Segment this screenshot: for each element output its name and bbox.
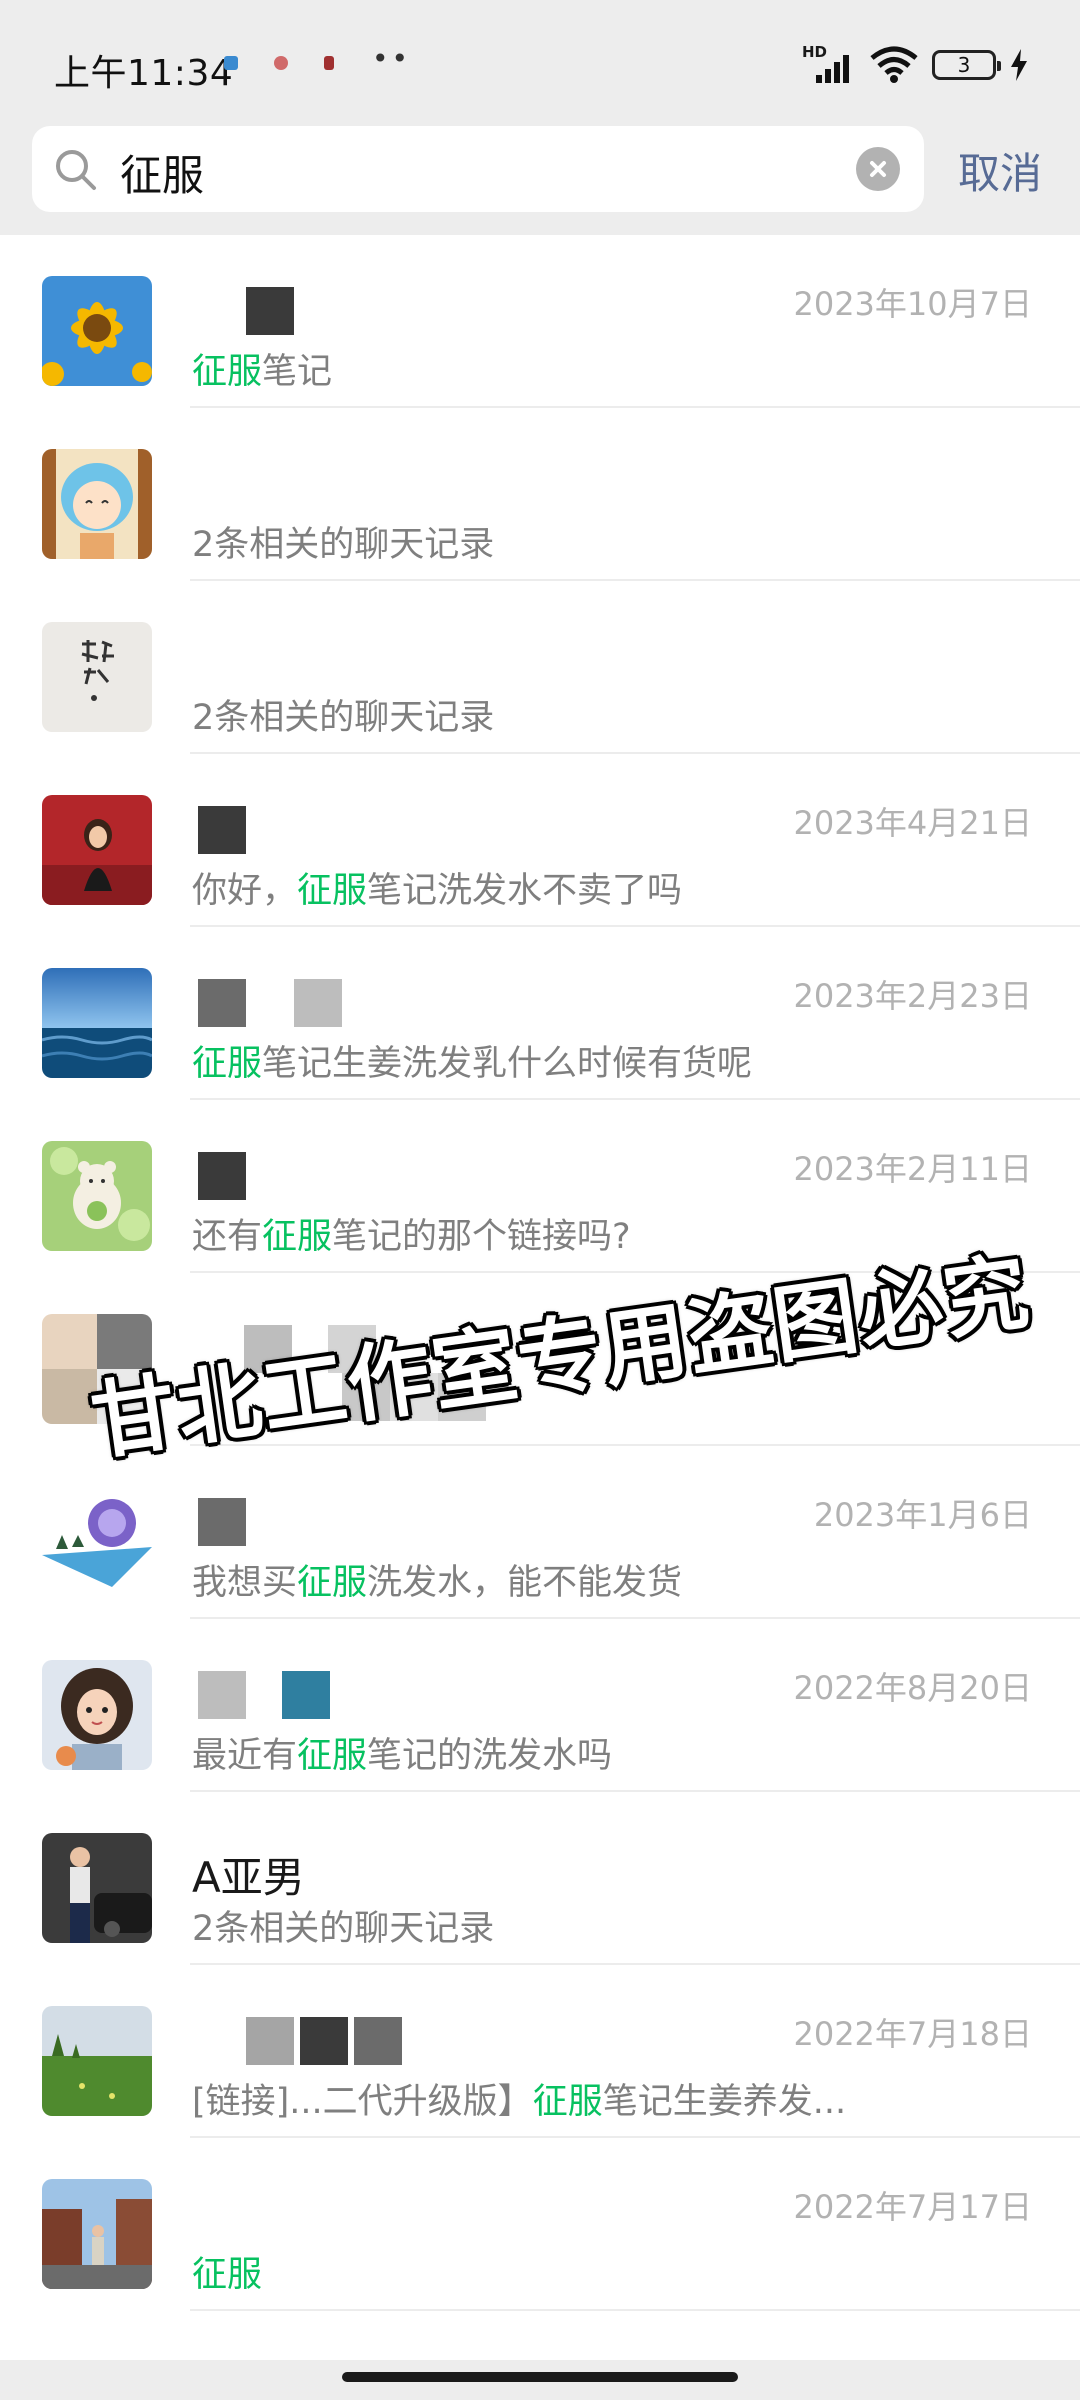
result-row[interactable]: 2条相关的聊天记录	[0, 581, 1080, 754]
redacted-mosaic	[198, 1152, 246, 1200]
redacted-mosaic	[246, 2017, 294, 2065]
redacted-mosaic	[198, 979, 246, 1027]
contact-name	[192, 1671, 330, 1719]
avatar[interactable]	[42, 2006, 152, 2116]
search-input[interactable]: 征服	[32, 126, 924, 212]
contact-name	[192, 1498, 246, 1546]
keyword-highlight: 征服	[297, 1563, 368, 1603]
result-row[interactable]: 2023年2月23日 征服笔记生姜洗发乳什么时候有货呢	[0, 927, 1080, 1100]
message-date: 2023年10月7日	[793, 285, 1032, 323]
redacted-mosaic	[354, 2017, 402, 2065]
notification-icon	[274, 56, 288, 70]
keyword-highlight: 征服	[192, 2255, 263, 2295]
battery-icon: 3	[932, 50, 1001, 80]
avatar[interactable]	[42, 276, 152, 386]
status-indicators: HD 3	[802, 40, 1028, 90]
redacted-mosaic	[300, 2017, 348, 2065]
message-preview: [链接]...二代升级版】征服笔记生姜养发...	[192, 2082, 847, 2122]
redacted-mosaic	[198, 1498, 246, 1546]
redacted-mosaic	[198, 806, 246, 854]
notification-icon	[324, 56, 334, 70]
keyword-highlight: 征服	[192, 1044, 263, 1084]
message-date: 2022年8月20日	[793, 1669, 1032, 1707]
message-date: 2023年1月6日	[813, 1496, 1032, 1534]
message-date: 2023年2月11日	[793, 1150, 1032, 1188]
redacted-mosaic	[282, 1671, 330, 1719]
message-preview: 征服笔记	[192, 352, 333, 392]
charging-icon	[1011, 49, 1027, 81]
keyword-highlight: 征服	[297, 871, 368, 911]
notification-icon	[224, 56, 238, 70]
contact-name	[192, 287, 294, 335]
more-notifications-icon: ••	[372, 42, 412, 75]
message-date: 2022年7月18日	[793, 2015, 1032, 2053]
keyword-highlight: 征服	[532, 2082, 603, 2122]
message-preview: 2条相关的聊天记录	[192, 525, 495, 565]
avatar[interactable]	[42, 1141, 152, 1251]
result-row[interactable]: 2022年8月20日 最近有征服笔记的洗发水吗	[0, 1619, 1080, 1792]
wifi-icon	[870, 46, 918, 83]
contact-name	[192, 979, 342, 1027]
message-preview: 2条相关的聊天记录	[192, 1909, 495, 1949]
contact-name: A亚男	[192, 1853, 305, 1902]
status-time: 上午11:34	[54, 53, 234, 94]
keyword-highlight: 征服	[192, 352, 263, 392]
avatar[interactable]	[42, 1660, 152, 1770]
result-row[interactable]: 2023年1月6日 我想买征服洗发水，能不能发货	[0, 1446, 1080, 1619]
contact-name	[192, 2017, 402, 2065]
message-date: 2022年7月17日	[793, 2188, 1032, 2226]
close-icon	[870, 161, 886, 177]
message-date: 2023年2月23日	[793, 977, 1032, 1015]
result-row[interactable]: 2023年10月7日 征服笔记	[0, 235, 1080, 408]
avatar[interactable]	[42, 622, 152, 732]
result-row[interactable]: 2022年7月18日 [链接]...二代升级版】征服笔记生姜养发...	[0, 1965, 1080, 2138]
message-preview: 征服	[192, 2246, 262, 2297]
signal-icon: HD	[802, 43, 856, 85]
search-bar: 征服 取消	[0, 110, 1080, 235]
avatar[interactable]	[42, 1833, 152, 1943]
home-indicator[interactable]	[342, 2372, 738, 2382]
avatar[interactable]	[42, 2179, 152, 2289]
result-row[interactable]: 2条相关的聊天记录	[0, 408, 1080, 581]
keyword-highlight: 征服	[297, 1736, 368, 1776]
contact-name	[192, 806, 246, 854]
result-row[interactable]: A亚男 2条相关的聊天记录	[0, 1792, 1080, 1965]
message-preview: 2条相关的聊天记录	[192, 698, 495, 738]
search-query[interactable]: 征服	[120, 142, 204, 203]
avatar[interactable]	[42, 795, 152, 905]
cancel-button[interactable]: 取消	[958, 140, 1042, 201]
redacted-mosaic	[246, 287, 294, 335]
result-row[interactable]: 2023年4月21日 你好，征服笔记洗发水不卖了吗	[0, 754, 1080, 927]
search-icon	[56, 150, 96, 190]
message-date: 2023年4月21日	[793, 804, 1032, 842]
contact-name	[192, 1152, 246, 1200]
clear-search-button[interactable]	[856, 147, 900, 191]
avatar[interactable]	[42, 1487, 152, 1597]
message-preview: 还有征服笔记的那个链接吗?	[192, 1217, 631, 1257]
battery-level: 3	[957, 53, 971, 77]
message-preview: 最近有征服笔记的洗发水吗	[192, 1736, 613, 1776]
avatar[interactable]	[42, 968, 152, 1078]
avatar[interactable]	[42, 449, 152, 559]
redacted-mosaic	[198, 1671, 246, 1719]
message-preview: 你好，征服笔记洗发水不卖了吗	[192, 871, 683, 911]
status-bar: 上午11:34 •• HD 3	[0, 0, 1080, 125]
message-preview: 我想买征服洗发水，能不能发货	[192, 1563, 683, 1603]
keyword-highlight: 征服	[262, 1217, 333, 1257]
message-preview: 征服笔记生姜洗发乳什么时候有货呢	[192, 1044, 753, 1084]
result-row[interactable]: 2022年7月17日 征服	[0, 2138, 1080, 2311]
redacted-mosaic	[294, 979, 342, 1027]
